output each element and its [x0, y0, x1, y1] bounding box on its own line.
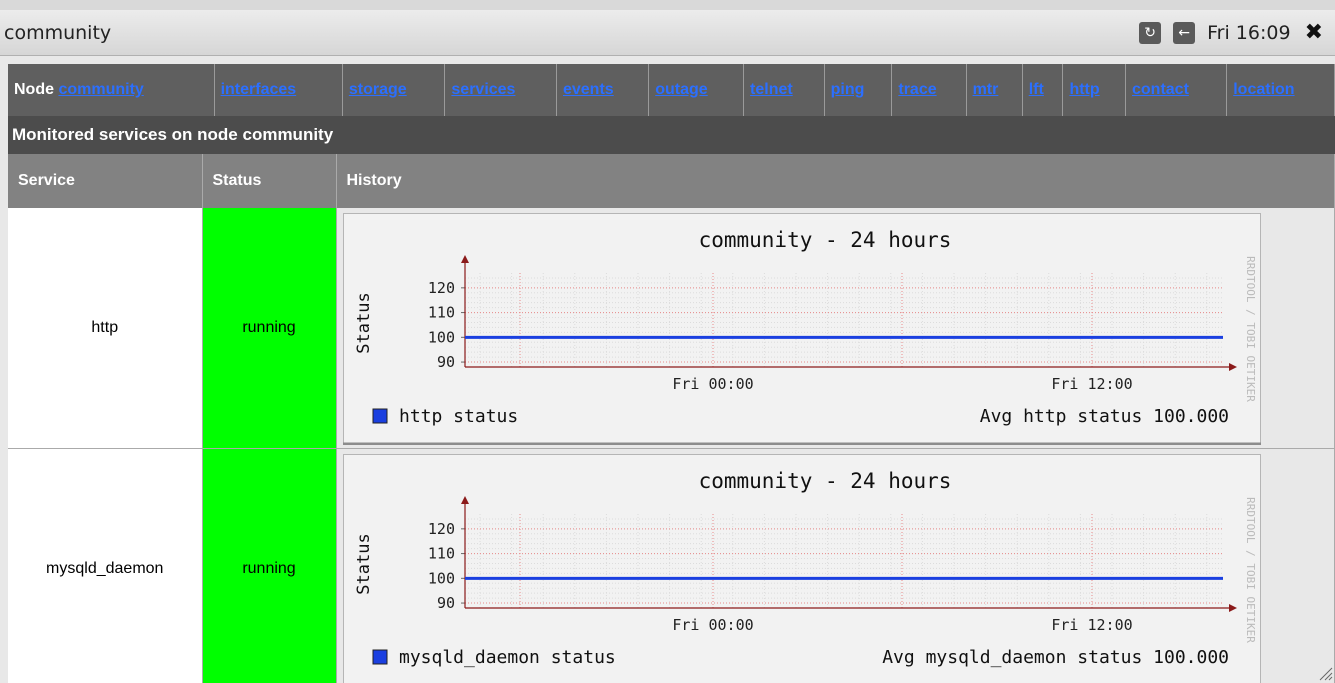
nav-cell: location [1226, 64, 1335, 116]
nav-link-mtr[interactable]: mtr [973, 81, 999, 98]
history-graph: 90 100 110 120 Fri 00:00 Fri 12:00 community -… [342, 454, 1261, 683]
graph-title: community - 24 hours [698, 228, 951, 252]
nav-link-outage[interactable]: outage [655, 81, 707, 98]
watermark: RRDTOOL / TOBI OETIKER [1244, 497, 1257, 643]
nav-cell: outage [648, 64, 745, 116]
section-title: Monitored services on node community [8, 116, 1335, 154]
nav-link-ping[interactable]: ping [831, 81, 865, 98]
nav-cell: telnet [743, 64, 825, 116]
y-tick-label: 120 [427, 520, 454, 538]
services-table: Service Status History http running 90 10… [8, 154, 1335, 683]
reload-icon[interactable]: ↻ [1139, 21, 1162, 44]
nav-cell: services [444, 64, 557, 116]
header-history: History [336, 154, 1335, 208]
y-tick-label: 90 [436, 594, 454, 612]
clock: Fri 16:09 [1207, 21, 1291, 44]
nav-cell: mtr [966, 64, 1023, 116]
legend-label: mysqld_daemon status [399, 647, 616, 668]
resize-grip-icon[interactable] [1317, 665, 1333, 681]
close-icon[interactable]: ✖ [1305, 20, 1323, 45]
x-tick-label: Fri 12:00 [1051, 616, 1132, 634]
y-axis-label: Status [354, 292, 374, 353]
nav-cell: http [1062, 64, 1126, 116]
table-header-row: Service Status History [8, 154, 1335, 208]
legend-summary: Avg http status 100.000 [979, 406, 1228, 427]
nav-link-storage[interactable]: storage [349, 81, 407, 98]
node-nav: Node community interfaces storage servic… [8, 64, 1335, 116]
legend-label: http status [399, 406, 518, 427]
history-cell: 90 100 110 120 Fri 00:00 Fri 12:00 community -… [336, 208, 1335, 449]
back-arrow-icon[interactable]: ← [1173, 21, 1196, 44]
legend-summary: Avg mysqld_daemon status 100.000 [882, 647, 1229, 668]
header-status: Status [202, 154, 337, 208]
header-service: Service [8, 154, 203, 208]
window-title: community [4, 21, 112, 44]
nav-link-contact[interactable]: contact [1132, 81, 1189, 98]
y-tick-label: 110 [427, 545, 454, 563]
nav-cell: storage [342, 64, 446, 116]
x-tick-label: Fri 12:00 [1051, 375, 1132, 393]
y-tick-label: 100 [427, 569, 454, 587]
nav-cell: interfaces [214, 64, 343, 116]
nav-link-trace[interactable]: trace [898, 81, 936, 98]
watermark: RRDTOOL / TOBI OETIKER [1244, 256, 1257, 402]
x-tick-label: Fri 00:00 [672, 375, 753, 393]
y-axis-label: Status [354, 533, 374, 594]
y-tick-label: 100 [427, 328, 454, 346]
service-name: http [8, 208, 203, 449]
nav-cell: events [556, 64, 650, 116]
legend-swatch [372, 408, 387, 424]
nav-link-interfaces[interactable]: interfaces [221, 81, 297, 98]
y-tick-label: 90 [436, 353, 454, 371]
nav-node-label: Node [14, 81, 54, 98]
status-badge: running [202, 208, 337, 449]
nav-cell: trace [891, 64, 967, 116]
table-row: http running 90 100 110 120 Fri 00:00 Fri 12:… [8, 208, 1335, 449]
nav-link-services[interactable]: services [451, 81, 515, 98]
nav-cell: ping [824, 64, 893, 116]
nav-link-lft[interactable]: lft [1029, 81, 1044, 98]
legend-swatch [372, 649, 387, 665]
y-tick-label: 110 [427, 304, 454, 322]
content-frame: Node community interfaces storage servic… [0, 56, 1335, 683]
nav-link-location[interactable]: location [1233, 81, 1294, 98]
status-badge: running [202, 448, 337, 683]
window-titlebar: community ↻ ← Fri 16:09 ✖ [0, 10, 1335, 56]
table-row: mysqld_daemon running 90 100 110 120 Fri 00:… [8, 448, 1335, 683]
x-tick-label: Fri 00:00 [672, 616, 753, 634]
nav-link-http[interactable]: http [1069, 81, 1099, 98]
nav-node-cell: Node community [8, 64, 215, 116]
history-cell: 90 100 110 120 Fri 00:00 Fri 12:00 community -… [336, 448, 1335, 683]
history-graph: 90 100 110 120 Fri 00:00 Fri 12:00 community -… [342, 213, 1261, 445]
y-tick-label: 120 [427, 279, 454, 297]
nav-cell: contact [1125, 64, 1228, 116]
nav-cell: lft [1022, 64, 1064, 116]
nav-link-community[interactable]: community [58, 81, 143, 98]
service-name: mysqld_daemon [8, 448, 203, 683]
graph-title: community - 24 hours [698, 469, 951, 493]
nav-link-events[interactable]: events [563, 81, 614, 98]
nav-link-telnet[interactable]: telnet [750, 81, 793, 98]
